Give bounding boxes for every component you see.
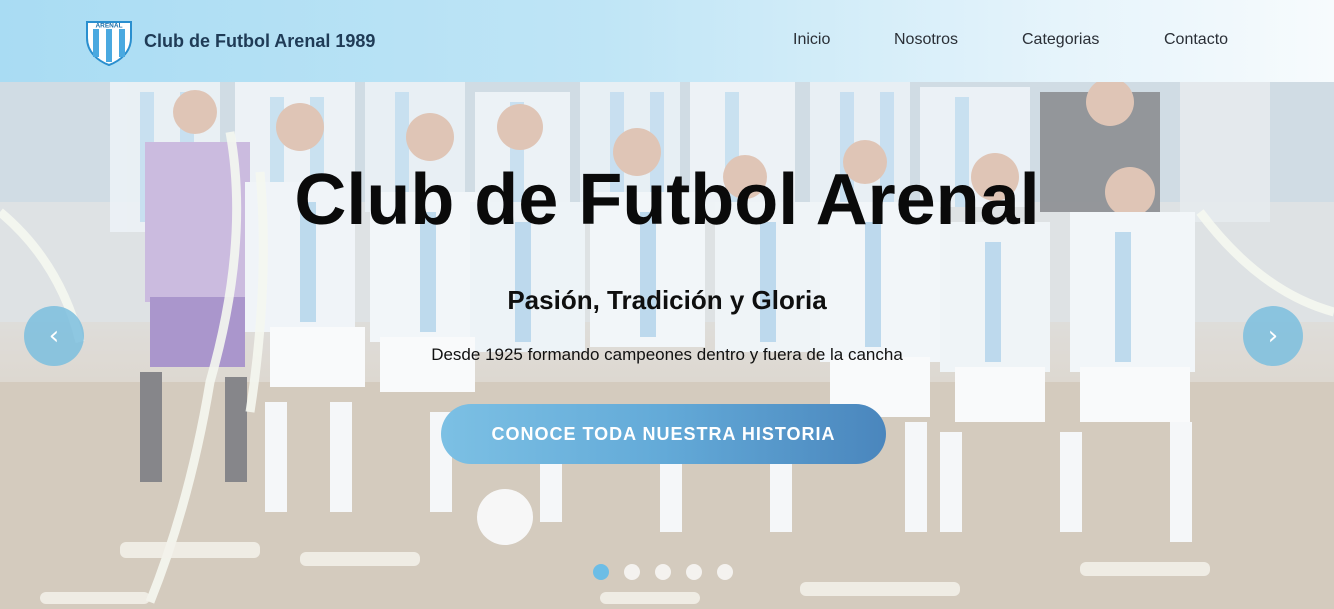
carousel-dot-1[interactable] [593, 564, 609, 580]
carousel-next-button[interactable]: › [1243, 306, 1303, 366]
history-cta-button[interactable]: CONOCE TODA NUESTRA HISTORIA [441, 404, 886, 464]
main-nav: Inicio Nosotros Categorias Contacto [0, 0, 1334, 82]
nav-link-inicio[interactable]: Inicio [793, 31, 830, 49]
hero-description: Desde 1925 formando campeones dentro y f… [431, 345, 903, 364]
chevron-right-icon: › [1267, 321, 1279, 351]
chevron-left-icon: ‹ [48, 321, 60, 351]
nav-link-categorias[interactable]: Categorias [1022, 31, 1099, 49]
carousel-dot-5[interactable] [717, 564, 733, 580]
nav-link-contacto[interactable]: Contacto [1164, 31, 1228, 49]
carousel-dot-3[interactable] [655, 564, 671, 580]
hero-subtitle: Pasión, Tradición y Gloria [507, 285, 827, 315]
navbar: ARENAL Club de Futbol Arenal 1989 Inicio… [0, 0, 1334, 82]
carousel-prev-button[interactable]: ‹ [24, 306, 84, 366]
carousel-indicators [593, 564, 733, 580]
hero-title: Club de Futbol Arenal [294, 160, 1040, 240]
nav-link-nosotros[interactable]: Nosotros [894, 31, 958, 49]
hero-carousel: Club de Futbol Arenal Pasión, Tradición … [0, 82, 1334, 609]
carousel-dot-2[interactable] [624, 564, 640, 580]
carousel-dot-4[interactable] [686, 564, 702, 580]
